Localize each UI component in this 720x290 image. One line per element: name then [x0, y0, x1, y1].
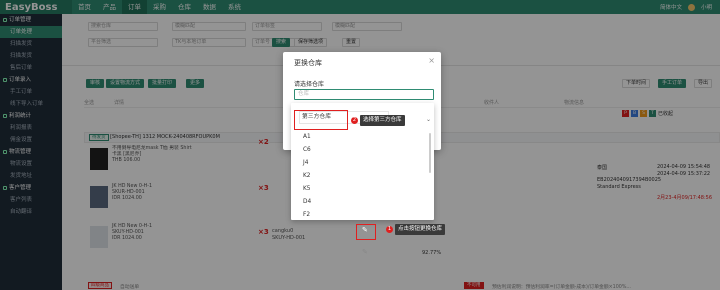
warehouse-option[interactable]: K5 — [291, 183, 434, 196]
step-2-badge: 2 — [351, 117, 358, 124]
close-icon[interactable]: × — [428, 56, 435, 65]
warehouse-option[interactable]: K2 — [291, 170, 434, 183]
dropdown-scrollbar[interactable] — [429, 133, 431, 173]
step-1-badge: 1 — [386, 226, 393, 233]
warehouse-label: 请选择仓库 — [294, 81, 325, 88]
warehouse-option[interactable]: J4 — [291, 157, 434, 170]
edit-icon[interactable]: ✎ — [362, 226, 368, 234]
warehouse-option[interactable]: D4 — [291, 196, 434, 209]
edit-icon[interactable]: ✎ — [362, 248, 368, 256]
modal-title: 更换仓库 — [294, 59, 322, 67]
step-1-tooltip: 点击按钮更换仓库 — [395, 224, 446, 235]
highlight-box-step2 — [294, 110, 348, 130]
warehouse-option[interactable]: C6 — [291, 144, 434, 157]
warehouse-select[interactable]: 仓库 — [294, 89, 434, 100]
warehouse-option[interactable]: F2 — [291, 209, 434, 220]
warehouse-option[interactable]: A1 — [291, 131, 434, 144]
step-2-tooltip: 选择第三方仓库 — [360, 115, 405, 126]
chevron-down-icon[interactable]: ⌄ — [426, 116, 431, 123]
